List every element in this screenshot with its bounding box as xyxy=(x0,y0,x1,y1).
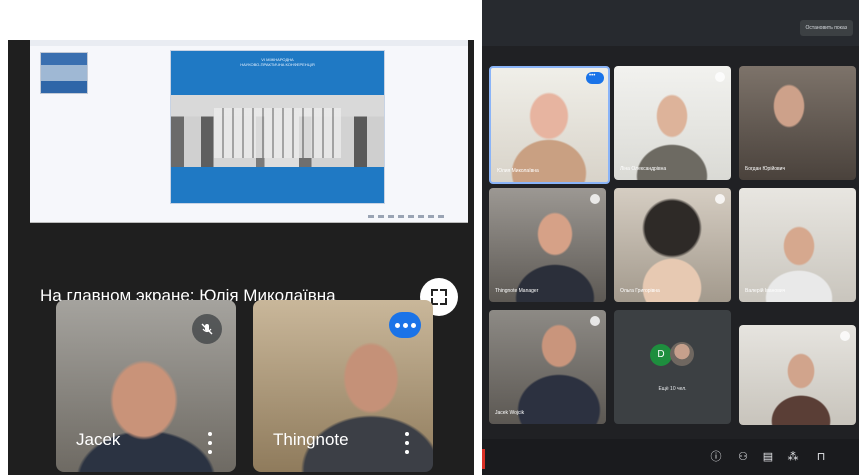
participant-tile[interactable]: Ліна Олександрівна xyxy=(614,66,731,180)
lock-icon[interactable]: ⊓ xyxy=(815,451,827,463)
more-vert-icon[interactable] xyxy=(208,432,212,454)
info-icon[interactable]: ⓘ xyxy=(710,451,722,463)
participant-name: Ольга Григорівна xyxy=(620,288,660,294)
slide-status-bar xyxy=(368,215,448,218)
fullscreen-icon xyxy=(431,289,447,305)
speaking-indicator-icon xyxy=(389,312,421,338)
participant-tile[interactable]: Jacek Wojcik xyxy=(489,310,606,424)
meeting-topbar: Остановить показ xyxy=(482,0,859,46)
slide-header-line xyxy=(171,77,384,82)
participant-name: Thingnote xyxy=(273,430,349,449)
more-vert-icon[interactable] xyxy=(405,432,409,454)
meeting-toolbar: ⓘ ⚇ ▤ ⁂ ⊓ xyxy=(482,439,859,475)
mic-off-icon xyxy=(590,316,600,326)
participant-tile[interactable]: Юлия Миколаївна xyxy=(489,66,610,184)
participant-tile[interactable]: Thingnote Manager xyxy=(489,188,606,302)
others-tile[interactable]: D Ещё 10 чел. xyxy=(614,310,731,424)
participant-name: Thingnote Manager xyxy=(495,288,539,294)
participant-name: Юлия Миколаївна xyxy=(497,168,539,174)
participant-name: Богдан Юрійович xyxy=(745,166,786,172)
participant-tile[interactable]: Валерій Іванович xyxy=(739,188,856,302)
avatar: D xyxy=(650,344,672,366)
mic-off-icon xyxy=(715,194,725,204)
others-count-label: Ещё 10 чел. xyxy=(658,386,687,392)
mic-off-icon xyxy=(715,72,725,82)
participant-name: Jacek Wojcik xyxy=(495,410,525,416)
stop-presenting-button[interactable]: Остановить показ xyxy=(799,20,853,36)
participant-tile[interactable]: Ольга Григорівна xyxy=(614,188,731,302)
participant-tile[interactable] xyxy=(739,325,856,425)
building-photo xyxy=(171,95,384,167)
slide-header-text: VI МІЖНАРОДНА НАУКОВО-ПРАКТИЧНА КОНФЕРЕН… xyxy=(171,57,384,82)
speaking-indicator-icon xyxy=(586,72,604,84)
participant-tile[interactable]: Богдан Юрійович xyxy=(739,66,856,180)
slide-app-toolbar xyxy=(30,40,468,46)
slide-thumbnail[interactable] xyxy=(40,52,88,94)
main-presentation-view: VI МІЖНАРОДНА НАУКОВО-ПРАКТИЧНА КОНФЕРЕН… xyxy=(8,40,474,475)
presentation-slide: VI МІЖНАРОДНА НАУКОВО-ПРАКТИЧНА КОНФЕРЕН… xyxy=(170,50,385,204)
mic-off-icon xyxy=(840,331,850,341)
chat-icon[interactable]: ▤ xyxy=(762,451,774,463)
avatar xyxy=(670,342,694,366)
leave-call-button[interactable] xyxy=(482,449,485,469)
participant-name: Jacek xyxy=(76,430,121,449)
participant-tile-jacek[interactable]: Jacek xyxy=(56,300,236,472)
participants-grid-view: Остановить показ Юлия Миколаївна Ліна Ол… xyxy=(482,0,859,475)
people-icon[interactable]: ⚇ xyxy=(737,451,749,463)
activities-icon[interactable]: ⁂ xyxy=(787,451,799,463)
shared-screen: VI МІЖНАРОДНА НАУКОВО-ПРАКТИЧНА КОНФЕРЕН… xyxy=(30,40,468,223)
participant-name: Ліна Олександрівна xyxy=(620,166,667,172)
participant-tile-thingnote[interactable]: Thingnote xyxy=(253,300,433,472)
participant-name: Валерій Іванович xyxy=(745,288,786,294)
mic-off-icon xyxy=(192,314,222,344)
mic-off-icon xyxy=(590,194,600,204)
